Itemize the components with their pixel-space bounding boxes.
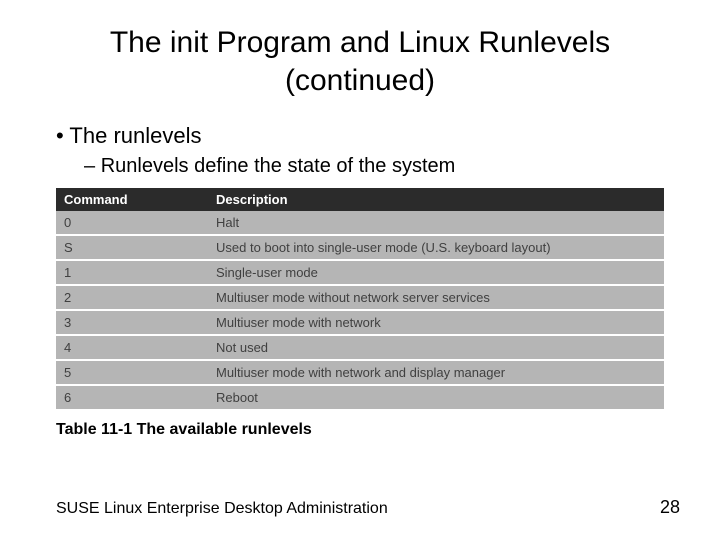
cell-cmd: 2 bbox=[56, 285, 208, 310]
bullet-level-1: The runlevels bbox=[56, 123, 680, 149]
table-row: 3 Multiuser mode with network bbox=[56, 310, 664, 335]
table-header-description: Description bbox=[208, 188, 664, 211]
bullet-list: The runlevels Runlevels define the state… bbox=[0, 123, 720, 178]
cell-desc: Not used bbox=[208, 335, 664, 360]
slide: The init Program and Linux Runlevels (co… bbox=[0, 0, 720, 540]
table-row: 1 Single-user mode bbox=[56, 260, 664, 285]
bullet-level-2-text: Runlevels define the state of the system bbox=[101, 155, 456, 177]
table-row: 5 Multiuser mode with network and displa… bbox=[56, 360, 664, 385]
bullet-level-2: Runlevels define the state of the system bbox=[84, 155, 680, 178]
table-header-row: Command Description bbox=[56, 188, 664, 211]
table-row: 4 Not used bbox=[56, 335, 664, 360]
slide-title: The init Program and Linux Runlevels (co… bbox=[0, 0, 720, 117]
runlevel-table-wrap: Command Description 0 Halt S Used to boo… bbox=[56, 188, 664, 411]
cell-desc: Single-user mode bbox=[208, 260, 664, 285]
cell-desc: Multiuser mode without network server se… bbox=[208, 285, 664, 310]
cell-cmd: S bbox=[56, 235, 208, 260]
table-caption: Table 11-1 The available runlevels bbox=[56, 421, 664, 439]
cell-cmd: 6 bbox=[56, 385, 208, 410]
page-number: 28 bbox=[660, 497, 680, 518]
title-line-2: (continued) bbox=[285, 64, 435, 97]
table-row: 0 Halt bbox=[56, 211, 664, 235]
cell-cmd: 5 bbox=[56, 360, 208, 385]
table-row: 2 Multiuser mode without network server … bbox=[56, 285, 664, 310]
runlevel-table: Command Description 0 Halt S Used to boo… bbox=[56, 188, 664, 411]
cell-desc: Used to boot into single-user mode (U.S.… bbox=[208, 235, 664, 260]
cell-desc: Reboot bbox=[208, 385, 664, 410]
cell-desc: Multiuser mode with network bbox=[208, 310, 664, 335]
cell-desc: Halt bbox=[208, 211, 664, 235]
cell-cmd: 0 bbox=[56, 211, 208, 235]
cell-cmd: 3 bbox=[56, 310, 208, 335]
footer-left: SUSE Linux Enterprise Desktop Administra… bbox=[56, 500, 388, 518]
table-row: S Used to boot into single-user mode (U.… bbox=[56, 235, 664, 260]
table-header-command: Command bbox=[56, 188, 208, 211]
cell-cmd: 4 bbox=[56, 335, 208, 360]
title-line-1: The init Program and Linux Runlevels bbox=[110, 26, 610, 59]
bullet-level-1-text: The runlevels bbox=[69, 123, 201, 148]
table-row: 6 Reboot bbox=[56, 385, 664, 410]
cell-desc: Multiuser mode with network and display … bbox=[208, 360, 664, 385]
cell-cmd: 1 bbox=[56, 260, 208, 285]
